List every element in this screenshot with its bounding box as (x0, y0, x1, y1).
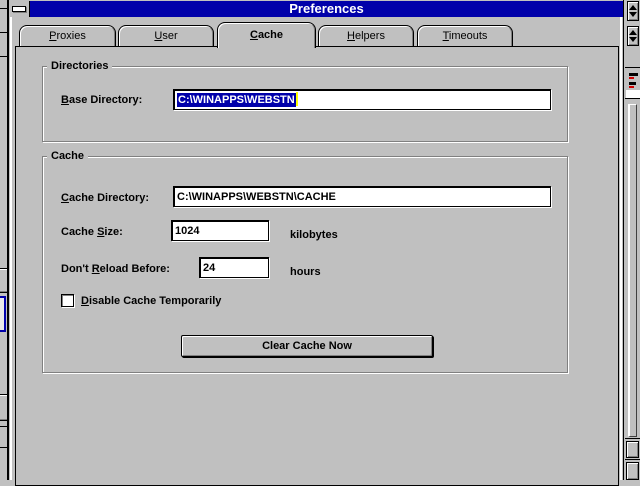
background-tick (0, 447, 7, 448)
background-divider (625, 438, 640, 439)
background-button-fragment (0, 395, 7, 420)
dont-reload-unit-label: hours (290, 265, 321, 279)
titlebar: Preferences (10, 1, 623, 17)
spin-buttons-icon[interactable] (627, 1, 639, 21)
disable-cache-checkbox[interactable] (61, 294, 74, 307)
selected-text: C:\WINAPPS\WEBSTN (177, 93, 296, 107)
background-tick (0, 32, 7, 33)
clear-cache-now-button[interactable]: Clear Cache Now (181, 335, 433, 357)
disable-cache-label: Disable Cache Temporarily (81, 294, 221, 308)
arrow-down-icon (629, 12, 637, 17)
background-tick (0, 56, 7, 57)
dont-reload-before-label: Don't Reload Before: (61, 262, 170, 276)
window-title: Preferences (30, 1, 623, 17)
scrollbar-button[interactable] (626, 441, 639, 458)
scrollbar[interactable] (628, 104, 637, 437)
cache-size-label: Cache Size: (61, 225, 123, 239)
tab-proxies[interactable]: Proxies (19, 25, 116, 46)
text-caret (296, 92, 298, 106)
background-divider (625, 67, 640, 68)
background-divider (625, 98, 640, 99)
directories-group: Directories Base Directory: C:\WINAPPS\W… (42, 66, 568, 142)
system-menu-dash-icon (12, 6, 26, 12)
background-tick (0, 426, 7, 427)
scrollbar-button[interactable] (626, 462, 639, 480)
cache-group: Cache Cache Directory: C:\WINAPPS\WEBSTN… (42, 156, 568, 373)
tab-timeouts[interactable]: Timeouts (417, 25, 513, 46)
background-white-band (626, 90, 640, 98)
cache-tab-panel: Directories Base Directory: C:\WINAPPS\W… (15, 46, 619, 486)
tab-user[interactable]: User (118, 25, 214, 46)
background-selected-item-fragment (0, 296, 6, 332)
directories-group-title: Directories (47, 59, 112, 73)
system-menu-button[interactable] (10, 1, 30, 17)
dont-reload-before-input[interactable]: 24 (199, 257, 269, 278)
dialog-bevel (620, 17, 622, 480)
arrow-down-icon (629, 37, 637, 42)
arrow-up-icon (629, 5, 637, 10)
cache-directory-input[interactable]: C:\WINAPPS\WEBSTN\CACHE (173, 186, 551, 207)
cache-size-input[interactable]: 1024 (171, 220, 269, 241)
background-window-left-edge (0, 0, 8, 480)
background-icon-fragment (629, 82, 636, 85)
cache-directory-label: Cache Directory: (61, 191, 149, 205)
dialog-bevel (10, 17, 12, 480)
tab-helpers[interactable]: Helpers (318, 25, 414, 46)
base-directory-label: Base Directory: (61, 93, 142, 107)
preferences-dialog: Preferences Proxies User Cache Helpers T… (8, 0, 624, 480)
background-icon-fragment (629, 86, 634, 88)
background-divider (625, 459, 640, 460)
background-button-fragment (0, 269, 7, 292)
background-tick (0, 8, 7, 9)
spin-buttons-icon[interactable] (627, 26, 639, 46)
base-directory-input[interactable]: C:\WINAPPS\WEBSTN (173, 89, 551, 110)
background-icon-fragment (629, 73, 638, 76)
arrow-up-icon (629, 30, 637, 35)
background-window-right-edge (625, 0, 640, 480)
tab-cache[interactable]: Cache (217, 22, 316, 48)
cache-size-unit-label: kilobytes (290, 228, 338, 242)
cache-group-title: Cache (47, 149, 88, 163)
background-icon-fragment (629, 77, 634, 79)
